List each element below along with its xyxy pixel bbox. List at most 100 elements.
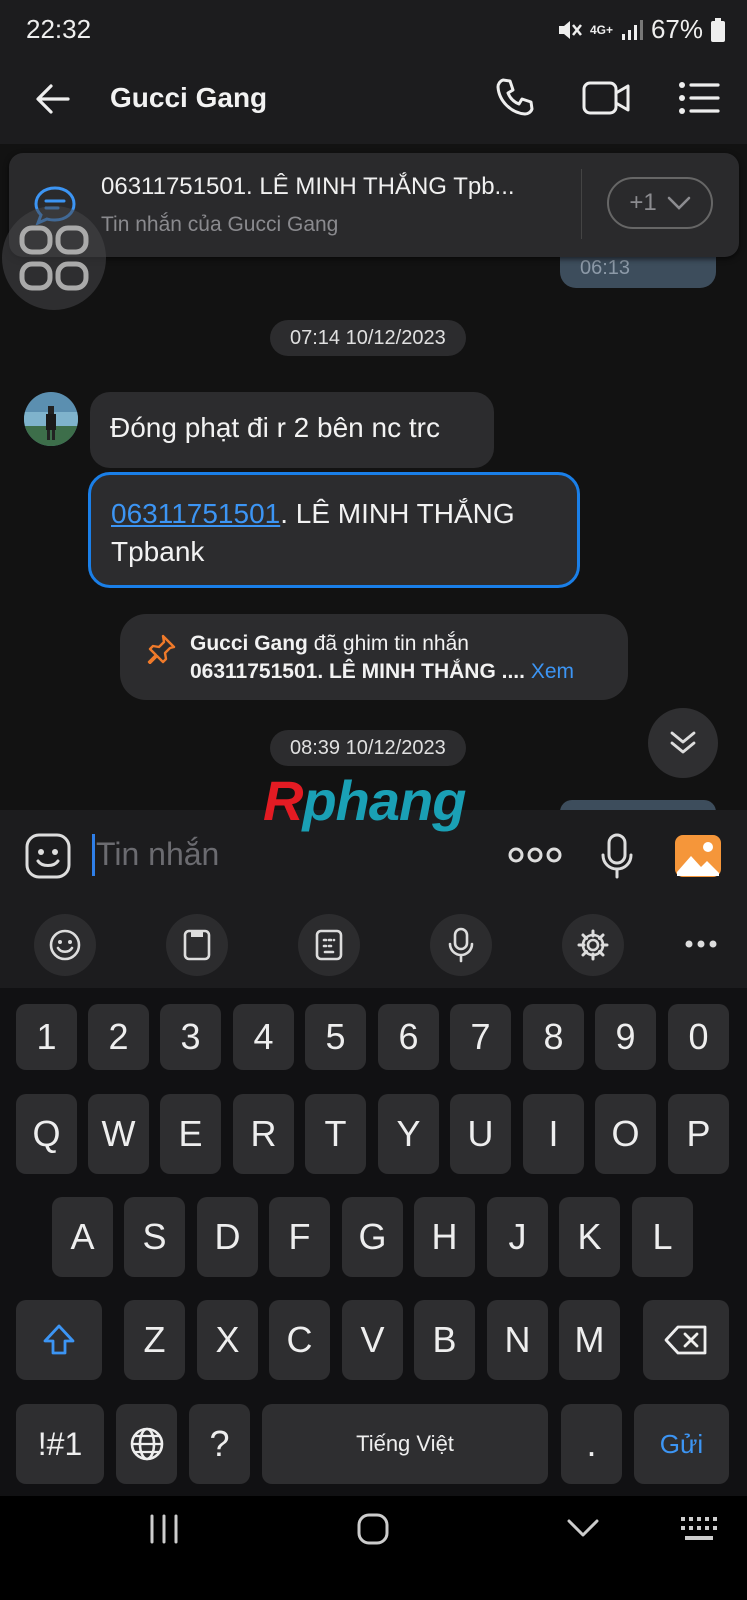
avatar[interactable] <box>24 392 78 446</box>
menu-icon[interactable] <box>678 80 720 116</box>
pinned-message-banner[interactable]: 06311751501. LÊ MINH THẮNG Tpb... Tin nh… <box>9 153 739 257</box>
sticker-icon[interactable] <box>24 832 72 880</box>
key-7[interactable]: 7 <box>450 1004 511 1070</box>
key-w[interactable]: W <box>88 1094 149 1174</box>
more-options-icon[interactable] <box>508 844 562 866</box>
double-chevron-down-icon <box>670 731 696 754</box>
key-a[interactable]: A <box>52 1197 113 1277</box>
emoji-button[interactable] <box>34 914 96 976</box>
gallery-icon[interactable] <box>674 834 722 878</box>
back-icon[interactable] <box>34 80 72 118</box>
key-5[interactable]: 5 <box>305 1004 366 1070</box>
key-q[interactable]: Q <box>16 1094 77 1174</box>
shift-icon <box>43 1324 75 1355</box>
key-h[interactable]: H <box>414 1197 475 1277</box>
watermark: Rphang <box>263 768 466 833</box>
keyboard-toolbar <box>0 902 747 988</box>
divider <box>581 169 582 239</box>
recent-apps-icon[interactable] <box>148 1514 180 1544</box>
pin-actor: Gucci Gang <box>190 632 308 655</box>
watermark-part2: phang <box>302 769 466 832</box>
gear-icon <box>577 929 609 961</box>
key-l[interactable]: L <box>632 1197 693 1277</box>
scroll-to-bottom-button[interactable] <box>648 708 718 778</box>
phone-number-link[interactable]: 06311751501 <box>111 498 280 529</box>
key-g[interactable]: G <box>342 1197 403 1277</box>
globe-icon <box>130 1427 163 1461</box>
keyboard-mode-button[interactable] <box>298 914 360 976</box>
space-key[interactable]: Tiếng Việt <box>262 1404 548 1484</box>
key-2[interactable]: 2 <box>88 1004 149 1070</box>
message-input[interactable]: Tin nhắn <box>96 836 219 873</box>
symbols-key[interactable]: !#1 <box>16 1404 104 1484</box>
emoji-icon <box>49 929 81 961</box>
key-b[interactable]: B <box>414 1300 475 1380</box>
key-t[interactable]: T <box>305 1094 366 1174</box>
key-n[interactable]: N <box>487 1300 548 1380</box>
received-message-selected[interactable]: 06311751501. LÊ MINH THẮNG Tpbank <box>88 472 580 588</box>
keyboard-icon[interactable] <box>680 1516 718 1542</box>
message-text-block: 06311751501. LÊ MINH THẮNG Tpbank <box>111 495 561 571</box>
backspace-icon <box>664 1325 707 1355</box>
home-icon[interactable] <box>356 1512 390 1546</box>
chat-title[interactable]: Gucci Gang <box>110 82 267 114</box>
chat-header: Gucci Gang <box>0 54 747 144</box>
voice-input-button[interactable] <box>430 914 492 976</box>
received-message[interactable]: Đóng phạt đi r 2 bên nc trc <box>90 392 494 468</box>
key-d[interactable]: D <box>197 1197 258 1277</box>
key-1[interactable]: 1 <box>16 1004 77 1070</box>
key-f[interactable]: F <box>269 1197 330 1277</box>
more-icon[interactable] <box>684 938 718 950</box>
backspace-key[interactable] <box>643 1300 729 1380</box>
clipboard-icon <box>183 929 211 961</box>
battery-icon <box>711 17 725 42</box>
assistive-touch-button[interactable] <box>2 206 106 310</box>
settings-button[interactable] <box>562 914 624 976</box>
send-key[interactable]: Gửi <box>634 1404 729 1484</box>
key-i[interactable]: I <box>523 1094 584 1174</box>
date-separator: 07:14 10/12/2023 <box>270 320 466 356</box>
key-4[interactable]: 4 <box>233 1004 294 1070</box>
key-0[interactable]: 0 <box>668 1004 729 1070</box>
shift-key[interactable] <box>16 1300 102 1380</box>
key-3[interactable]: 3 <box>160 1004 221 1070</box>
key-9[interactable]: 9 <box>595 1004 656 1070</box>
date-separator: 08:39 10/12/2023 <box>270 730 466 766</box>
key-y[interactable]: Y <box>378 1094 439 1174</box>
hide-keyboard-icon[interactable] <box>566 1518 600 1538</box>
key-o[interactable]: O <box>595 1094 656 1174</box>
pin-notice[interactable]: Gucci Gang đã ghim tin nhắn 06311751501.… <box>120 614 628 700</box>
clipboard-button[interactable] <box>166 914 228 976</box>
key-j[interactable]: J <box>487 1197 548 1277</box>
key-c[interactable]: C <box>269 1300 330 1380</box>
view-pinned-link[interactable]: Xem <box>525 660 574 683</box>
key-z[interactable]: Z <box>124 1300 185 1380</box>
key-6[interactable]: 6 <box>378 1004 439 1070</box>
keypad-icon <box>315 929 343 961</box>
pinned-more-button[interactable]: +1 <box>607 177 713 229</box>
message-time: 06:13 <box>580 257 631 279</box>
pin-icon <box>146 634 176 664</box>
key-s[interactable]: S <box>124 1197 185 1277</box>
key-8[interactable]: 8 <box>523 1004 584 1070</box>
key-m[interactable]: M <box>559 1300 620 1380</box>
period-key[interactable]: . <box>561 1404 622 1484</box>
key-v[interactable]: V <box>342 1300 403 1380</box>
question-key[interactable]: ? <box>189 1404 250 1484</box>
pinned-more-label: +1 <box>629 189 657 216</box>
language-key[interactable] <box>116 1404 177 1484</box>
video-call-icon[interactable] <box>582 78 632 118</box>
status-icons: 4G+ 67% <box>556 14 725 45</box>
microphone-icon[interactable] <box>600 832 634 880</box>
key-r[interactable]: R <box>233 1094 294 1174</box>
chevron-down-icon <box>667 196 691 210</box>
key-u[interactable]: U <box>450 1094 511 1174</box>
key-p[interactable]: P <box>668 1094 729 1174</box>
phone-icon[interactable] <box>494 76 536 118</box>
key-x[interactable]: X <box>197 1300 258 1380</box>
pinned-message-text: 06311751501. LÊ MINH THẮNG Tpb... <box>101 173 515 200</box>
key-k[interactable]: K <box>559 1197 620 1277</box>
status-time: 22:32 <box>26 14 92 44</box>
keyboard: 1 2 3 4 5 6 7 8 9 0 Q W E R T Y U I O P … <box>0 988 747 1496</box>
key-e[interactable]: E <box>160 1094 221 1174</box>
